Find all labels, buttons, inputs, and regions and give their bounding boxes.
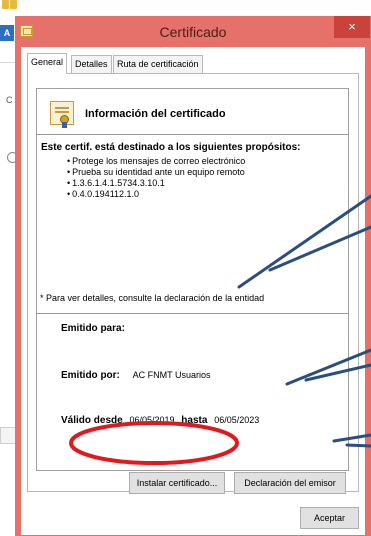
title-bar[interactable]: Certificado × <box>15 16 371 47</box>
purpose-item: Prueba su identidad ante un equipo remot… <box>67 167 245 178</box>
install-certificate-button[interactable]: Instalar certificado... <box>129 472 225 494</box>
close-button[interactable]: × <box>334 16 370 38</box>
divider <box>37 313 348 314</box>
valid-from-value: 06/05/2019 <box>129 415 175 425</box>
background-file-tab: A <box>0 25 14 41</box>
valid-to-value: 06/05/2023 <box>214 415 260 425</box>
purpose-item: 1.3.6.1.4.1.5734.3.10.1 <box>67 178 245 189</box>
valid-to-label: hasta <box>181 415 208 426</box>
details-note: * Para ver detalles, consulte la declara… <box>40 293 265 303</box>
tab-general[interactable]: General <box>27 53 68 74</box>
tab-ruta-certificacion[interactable]: Ruta de certificación <box>113 55 203 74</box>
certificate-info-box: Información del certificado Este certif.… <box>36 88 349 471</box>
folder-icon <box>10 0 17 9</box>
dialog-client-area: General Detalles Ruta de certificación I… <box>21 47 365 535</box>
validity-row: Válido desde 06/05/2019 hasta 06/05/2023 <box>61 415 259 426</box>
background-text: C <box>6 95 13 105</box>
issuer-statement-button[interactable]: Declaración del emisor <box>234 472 346 494</box>
issued-by-value: AC FNMT Usuarios <box>132 370 211 380</box>
accept-button[interactable]: Aceptar <box>300 507 359 529</box>
divider <box>37 134 348 135</box>
info-title: Información del certificado <box>85 108 226 120</box>
background-divider <box>0 62 15 63</box>
purpose-item: 0.4.0.194112.1.0 <box>67 189 245 200</box>
window-title: Certificado <box>159 24 227 40</box>
folder-icon <box>2 0 9 9</box>
issued-by-label: Emitido por: <box>61 370 120 381</box>
purpose-heading: Este certif. está destinado a los siguie… <box>41 142 301 153</box>
general-tab-panel: Información del certificado Este certif.… <box>27 73 359 494</box>
purpose-list: Protege los mensajes de correo electróni… <box>67 156 245 200</box>
issued-to-row: Emitido para: <box>61 323 135 334</box>
tab-detalles[interactable]: Detalles <box>71 55 112 74</box>
certificate-seal-icon <box>50 101 74 128</box>
issued-by-row: Emitido por: AC FNMT Usuarios <box>61 370 211 381</box>
background-toolbar <box>0 0 371 12</box>
purpose-item: Protege los mensajes de correo electróni… <box>67 156 245 167</box>
certificate-dialog: Certificado × General Detalles Ruta de c… <box>15 16 371 536</box>
valid-from-label: Válido desde <box>61 415 123 426</box>
issued-to-label: Emitido para: <box>61 323 125 334</box>
